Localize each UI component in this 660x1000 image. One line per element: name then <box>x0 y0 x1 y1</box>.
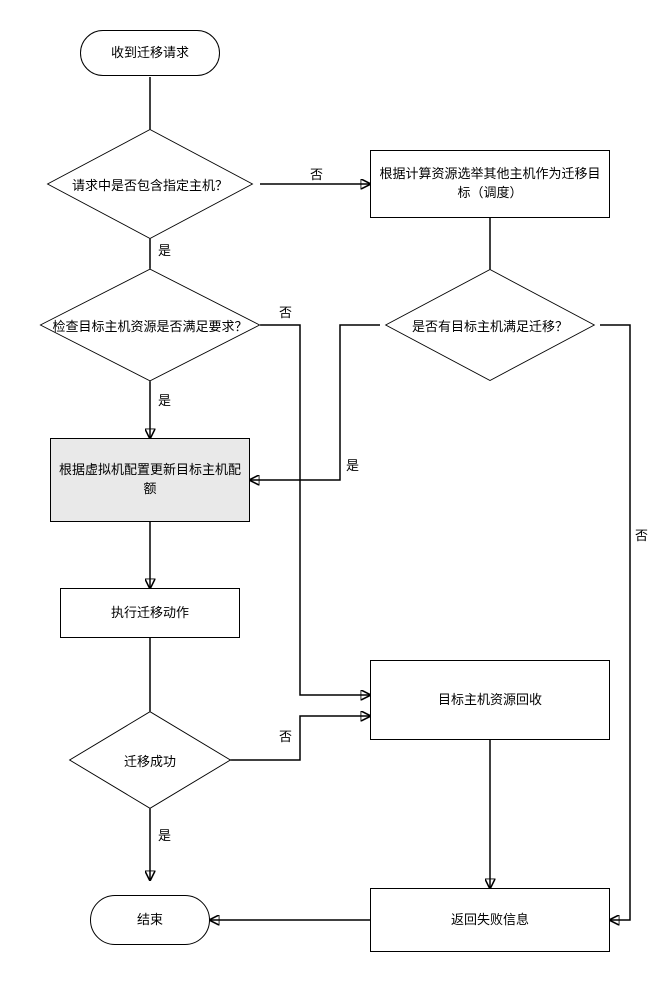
process-reclaim: 目标主机资源回收 <box>370 660 610 740</box>
edge-label-no: 否 <box>279 726 292 745</box>
decision-success-label: 迁移成功 <box>124 751 176 770</box>
terminator-start-label: 收到迁移请求 <box>111 44 189 63</box>
decision-has-host-label: 请求中是否包含指定主机？ <box>72 175 228 194</box>
process-return-failure: 返回失败信息 <box>370 888 610 952</box>
process-execute: 执行迁移动作 <box>60 588 240 638</box>
edge-label-no: 否 <box>279 302 292 321</box>
edge-label-yes: 是 <box>158 825 171 844</box>
edge-label-yes: 是 <box>158 240 171 259</box>
decision-check-resources-label: 检查目标主机资源是否满足要求？ <box>52 316 247 335</box>
terminator-end: 结束 <box>90 895 210 945</box>
terminator-start: 收到迁移请求 <box>80 30 220 76</box>
decision-has-target: 是否有目标主机满足迁移？ <box>380 288 600 362</box>
process-return-failure-label: 返回失败信息 <box>451 911 529 930</box>
process-schedule-label: 根据计算资源选举其他主机作为迁移目标（调度） <box>377 165 603 203</box>
process-execute-label: 执行迁移动作 <box>111 604 189 623</box>
decision-success: 迁移成功 <box>70 728 230 792</box>
flowchart-canvas: 收到迁移请求 请求中是否包含指定主机？ 根据计算资源选举其他主机作为迁移目标（调… <box>0 0 660 1000</box>
edge-label-no: 否 <box>310 164 323 183</box>
process-update-quota-label: 根据虚拟机配置更新目标主机配额 <box>57 461 243 499</box>
process-update-quota: 根据虚拟机配置更新目标主机配额 <box>50 438 250 522</box>
edge-label-yes: 是 <box>158 390 171 409</box>
decision-has-target-label: 是否有目标主机满足迁移？ <box>412 316 568 335</box>
edge-label-yes: 是 <box>346 455 359 474</box>
process-reclaim-label: 目标主机资源回收 <box>438 691 542 710</box>
decision-has-host: 请求中是否包含指定主机？ <box>40 148 260 220</box>
edge-label-no: 否 <box>635 525 648 544</box>
decision-check-resources: 检查目标主机资源是否满足要求？ <box>30 288 270 362</box>
process-schedule: 根据计算资源选举其他主机作为迁移目标（调度） <box>370 150 610 218</box>
terminator-end-label: 结束 <box>137 911 163 930</box>
